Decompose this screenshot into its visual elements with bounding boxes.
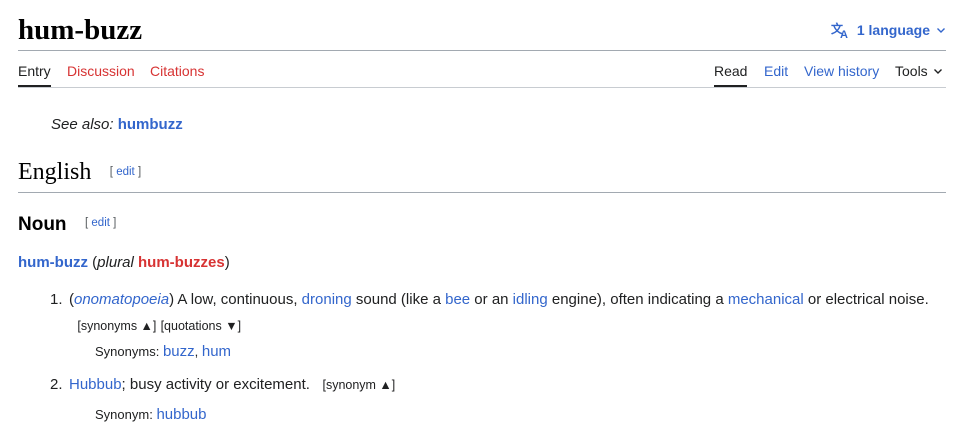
tab-edit[interactable]: Edit — [764, 63, 788, 79]
language-button[interactable]: 文 A 1 language — [831, 21, 946, 39]
definition-number: 2. — [50, 376, 63, 393]
synonyms-line: Synonym: hubbub — [95, 402, 207, 428]
synonyms-line: Synonyms: buzz, hum — [95, 339, 231, 365]
synonyms-label: Synonyms: — [95, 344, 160, 359]
chevron-down-icon — [936, 25, 946, 35]
section-heading-noun: Noun [ edit ] — [18, 213, 116, 237]
tools-menu[interactable]: Tools — [895, 63, 943, 79]
tab-entry[interactable]: Entry — [18, 63, 51, 87]
definition-link[interactable]: mechanical — [728, 291, 804, 308]
tab-citations[interactable]: Citations — [150, 63, 204, 79]
tools-label: Tools — [895, 63, 928, 79]
headword-line: hum-buzz (plural hum-buzzes) — [18, 254, 230, 271]
definition-1: (onomatopoeia) A low, continuous, dronin… — [69, 291, 929, 333]
tab-read[interactable]: Read — [714, 63, 748, 87]
svg-text:A: A — [840, 29, 848, 39]
edit-section-english: [ edit ] — [109, 166, 142, 178]
synonym-toggle[interactable]: [synonym ▲] — [322, 378, 395, 392]
definition-2: Hubbub; busy activity or excitement. [sy… — [69, 376, 396, 393]
synonym-link[interactable]: hum — [202, 343, 231, 360]
synonyms-label: Synonym: — [95, 407, 153, 422]
definition-link[interactable]: bee — [445, 291, 470, 308]
definition-link[interactable]: Hubbub — [69, 376, 122, 393]
edit-section-noun: [ edit ] — [85, 217, 117, 229]
quotations-toggle[interactable]: [quotations ▼] — [161, 319, 241, 333]
language-button-label: 1 language — [856, 22, 930, 38]
paren-close: ) — [224, 254, 230, 271]
definition-link[interactable]: droning — [302, 291, 352, 308]
headword[interactable]: hum-buzz — [18, 254, 88, 271]
synonym-separator: , — [194, 344, 199, 359]
tab-view-history[interactable]: View history — [804, 63, 879, 79]
edit-link-english[interactable]: edit — [116, 166, 135, 178]
page-header: hum-buzz 文 A 1 language — [18, 0, 946, 51]
chevron-down-icon — [933, 63, 943, 79]
synonym-link[interactable]: hubbub — [156, 406, 206, 423]
heading-noun: Noun — [18, 214, 67, 235]
page-tabs: Entry Discussion Citations Read Edit Vie… — [18, 51, 946, 88]
edit-link-noun[interactable]: edit — [91, 217, 110, 229]
plural-form-link[interactable]: hum-buzzes — [138, 254, 225, 271]
section-heading-english: English [ edit ] — [18, 156, 946, 193]
plural-label: plural — [97, 254, 134, 271]
see-also-note: See also: humbuzz — [51, 116, 183, 133]
see-also-link[interactable]: humbuzz — [118, 116, 183, 133]
synonym-link[interactable]: buzz — [163, 343, 195, 360]
synonyms-toggle[interactable]: [synonyms ▲] — [77, 319, 156, 333]
page-title: hum-buzz — [18, 14, 143, 46]
tab-discussion[interactable]: Discussion — [67, 63, 135, 79]
label-link[interactable]: onomatopoeia — [74, 291, 169, 308]
see-also-label: See also: — [51, 116, 114, 133]
definition-link[interactable]: idling — [513, 291, 548, 308]
definition-number: 1. — [50, 291, 63, 308]
heading-english: English — [18, 159, 92, 185]
translate-icon: 文 A — [831, 21, 851, 39]
